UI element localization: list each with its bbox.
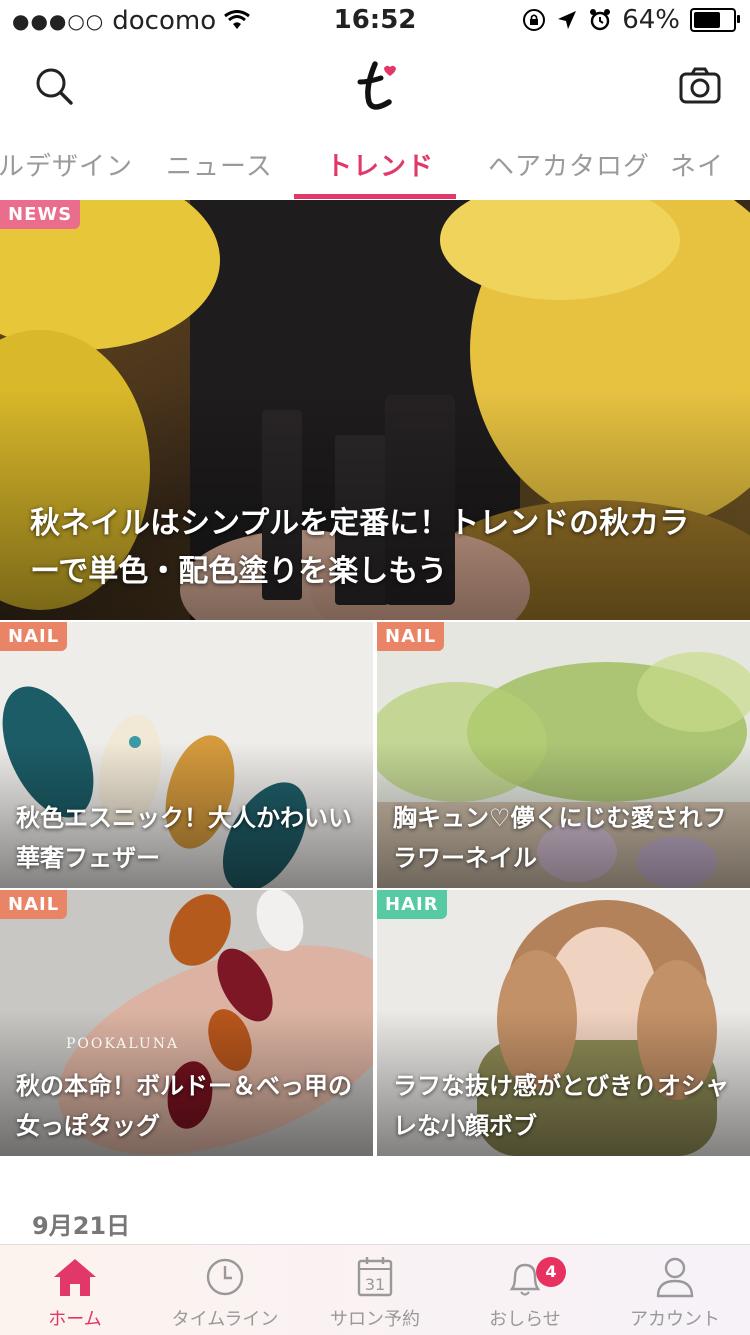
tabbar-salon-booking[interactable]: 31 サロン予約 bbox=[300, 1245, 450, 1335]
category-tabs: ルデザイン ニュース トレンド ヘアカタログ ネイ bbox=[0, 132, 750, 200]
tabbar-timeline[interactable]: タイムライン bbox=[150, 1245, 300, 1335]
tab-trend[interactable]: トレンド bbox=[326, 146, 434, 183]
tabbar-notifications[interactable]: 4 おしらせ bbox=[450, 1245, 600, 1335]
app-header bbox=[0, 40, 750, 132]
hair-badge: HAIR bbox=[377, 890, 447, 919]
battery-icon bbox=[690, 8, 740, 32]
featured-article-card[interactable]: NEWS 秋ネイルはシンプルを定番に！トレンドの秋カラーで単色・配色塗りを楽しも… bbox=[0, 200, 750, 620]
tabbar-label: アカウント bbox=[630, 1309, 720, 1330]
status-bar: ●●●○○ docomo 16:52 64% bbox=[0, 0, 750, 40]
salon-watermark: POOKALUNA bbox=[66, 1036, 180, 1052]
clock-icon bbox=[206, 1258, 244, 1296]
article-title: ラフな抜け感がとびきりオシャレな小顔ボブ bbox=[393, 1072, 729, 1140]
bottom-tab-bar: ホーム タイムライン 31 サロン予約 4 おしらせ アカウント bbox=[0, 1244, 750, 1335]
person-icon bbox=[656, 1257, 694, 1298]
date-heading: 9月21日 bbox=[32, 1212, 131, 1240]
tab-nail[interactable]: ネイ bbox=[670, 146, 724, 183]
tabbar-account[interactable]: アカウント bbox=[600, 1245, 750, 1335]
article-title: 胸キュン♡儚くにじむ愛されフラワーネイル bbox=[393, 804, 727, 872]
tab-hair-catalog[interactable]: ヘアカタログ bbox=[488, 146, 650, 183]
tab-news[interactable]: ニュース bbox=[166, 146, 273, 183]
calendar-day-number: 31 bbox=[365, 1275, 385, 1294]
news-badge: NEWS bbox=[0, 200, 81, 229]
battery-percent: 64% bbox=[622, 5, 680, 35]
article-title: 秋色エスニック！大人かわいい華奢フェザー bbox=[16, 804, 352, 872]
camera-icon[interactable] bbox=[676, 62, 724, 110]
nail-badge: NAIL bbox=[377, 622, 445, 651]
tabbar-label: サロン予約 bbox=[330, 1309, 420, 1330]
article-card[interactable]: HAIR ラフな抜け感がとびきりオシャレな小顔ボブ bbox=[377, 890, 750, 1156]
app-logo-icon[interactable] bbox=[351, 58, 399, 114]
tabbar-home[interactable]: ホーム bbox=[0, 1245, 150, 1335]
article-title: 秋の本命！ボルドー＆べっ甲の女っぽタッグ bbox=[16, 1072, 352, 1140]
article-card[interactable]: NAIL POOKALUNA 秋の本命！ボルドー＆べっ甲の女っぽタッグ bbox=[0, 890, 373, 1156]
search-icon[interactable] bbox=[30, 62, 78, 110]
tabbar-label: おしらせ bbox=[489, 1309, 561, 1330]
nail-badge: NAIL bbox=[0, 622, 68, 651]
tabbar-label: タイムライン bbox=[171, 1309, 279, 1330]
featured-title: 秋ネイルはシンプルを定番に！トレンドの秋カラーで単色・配色塗りを楽しもう bbox=[30, 506, 690, 589]
active-tab-indicator bbox=[294, 194, 456, 199]
location-icon bbox=[558, 11, 577, 29]
alarm-icon bbox=[590, 9, 611, 31]
status-right: 64% bbox=[522, 5, 740, 35]
article-card[interactable]: NAIL 秋色エスニック！大人かわいい華奢フェザー bbox=[0, 622, 373, 888]
calendar-icon: 31 bbox=[357, 1257, 393, 1297]
home-icon bbox=[54, 1259, 96, 1296]
rotation-lock-icon bbox=[523, 9, 546, 31]
tab-design[interactable]: ルデザイン bbox=[0, 146, 133, 183]
notification-count-badge: 4 bbox=[536, 1257, 566, 1287]
tabbar-label: ホーム bbox=[48, 1309, 102, 1330]
nail-badge: NAIL bbox=[0, 890, 68, 919]
article-card[interactable]: NAIL 胸キュン♡儚くにじむ愛されフラワーネイル bbox=[377, 622, 750, 888]
